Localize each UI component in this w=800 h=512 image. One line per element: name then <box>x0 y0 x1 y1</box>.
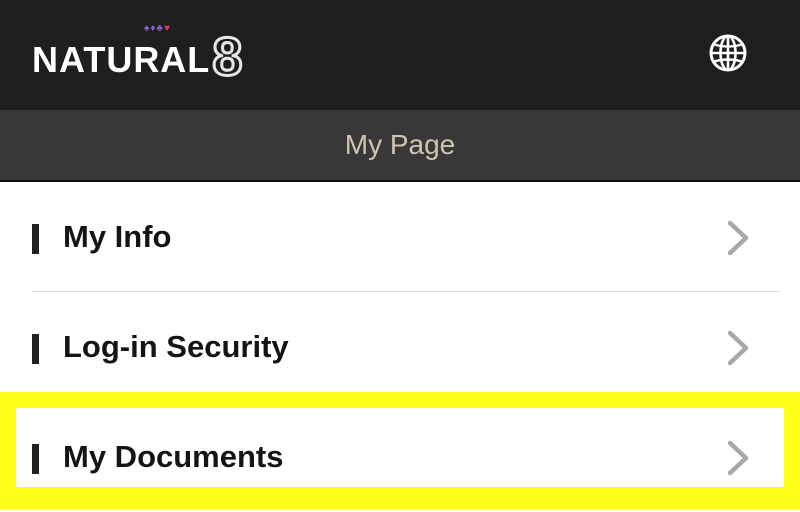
item-marker <box>32 224 39 254</box>
page-title-bar: My Page <box>0 110 800 182</box>
menu-item-login-security[interactable]: Log-in Security <box>0 292 800 402</box>
menu-item-my-info[interactable]: My Info <box>0 182 800 292</box>
item-marker <box>32 334 39 364</box>
globe-icon[interactable] <box>708 33 748 73</box>
item-marker <box>32 444 39 474</box>
app-header: ♠ ♦ ♣ ♥ NATURAL 8 <box>0 0 800 110</box>
card-suits-icon: ♠ ♦ ♣ ♥ <box>144 23 170 34</box>
menu-item-label: My Documents <box>63 439 284 474</box>
menu-item-my-documents[interactable]: My Documents <box>0 402 800 512</box>
menu-item-label: Log-in Security <box>63 329 289 364</box>
chevron-right-icon <box>727 330 749 366</box>
page-title: My Page <box>344 129 456 160</box>
chevron-right-icon <box>727 220 749 256</box>
natural8-logo[interactable]: ♠ ♦ ♣ ♥ NATURAL 8 <box>32 24 244 87</box>
logo-number: 8 <box>211 27 244 87</box>
logo-wordmark: NATURAL <box>32 39 211 80</box>
chevron-right-icon <box>727 440 749 476</box>
menu-item-label: My Info <box>63 219 172 254</box>
